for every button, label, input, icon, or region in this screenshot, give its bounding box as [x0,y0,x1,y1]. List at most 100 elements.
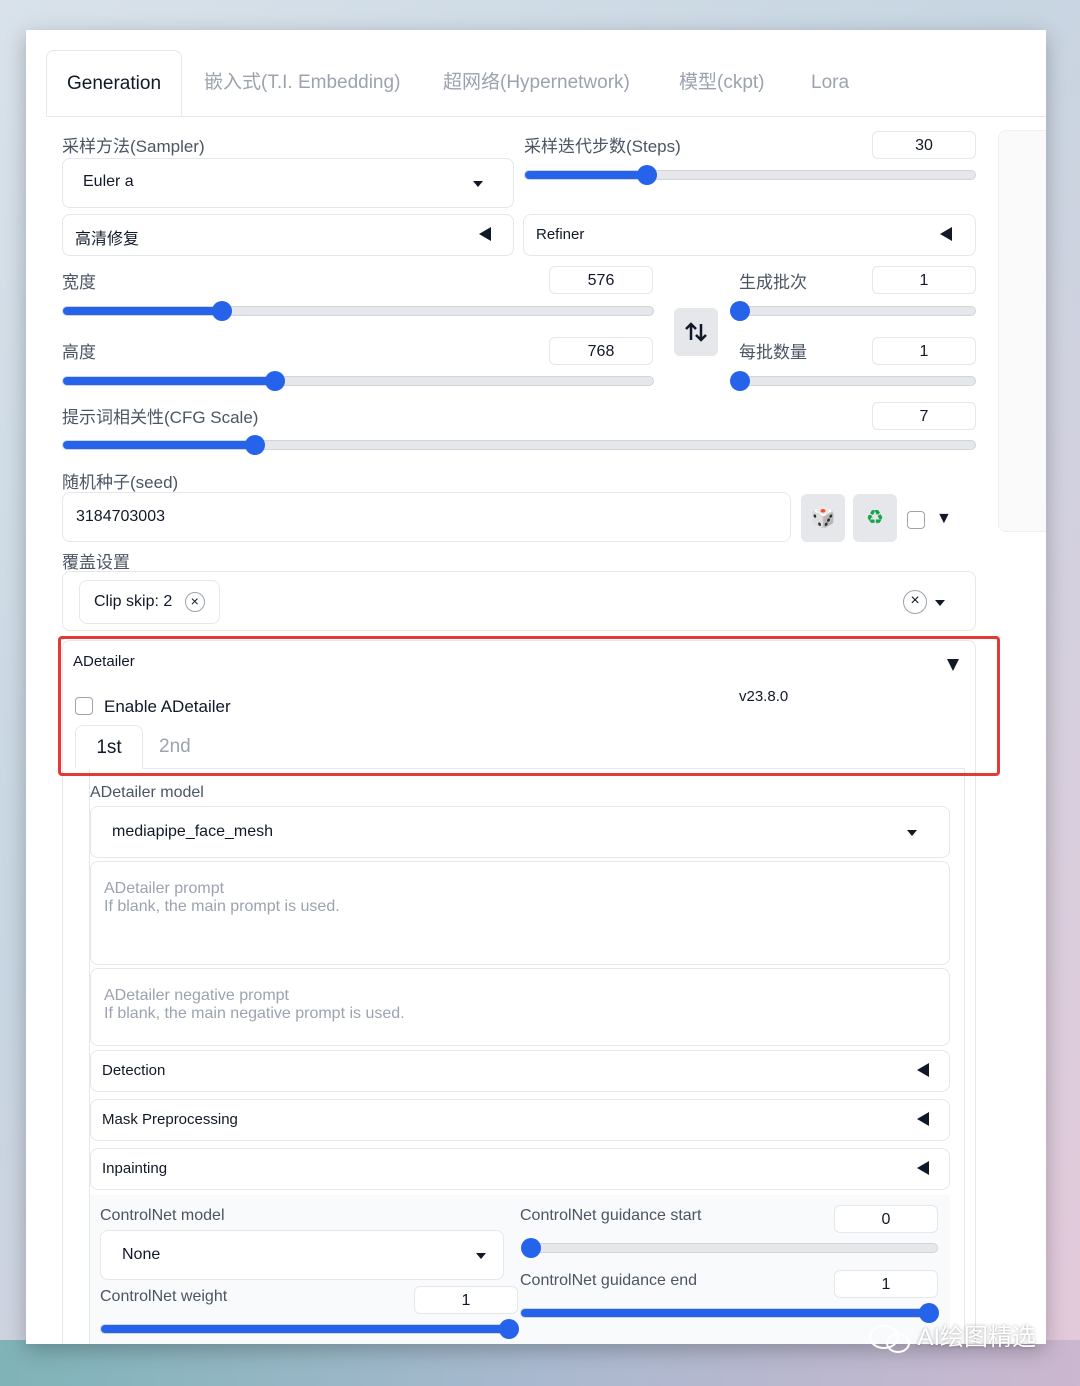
swap-icon [685,322,707,342]
collapse-left-icon [917,1112,929,1126]
swap-dimensions-button[interactable] [674,308,718,356]
tab-embedding[interactable]: 嵌入式(T.I. Embedding) [204,50,400,116]
seed-input[interactable]: 3184703003 [62,492,791,542]
steps-input[interactable]: 30 [872,131,976,159]
sampler-dropdown[interactable]: Euler a [62,158,514,208]
adetailer-accordion: ADetailer Enable ADetailer v23.8.0 1st 2… [62,640,976,1344]
controlnet-section: ControlNet model None ControlNet weight … [90,1195,950,1344]
tab-checkpoint[interactable]: 模型(ckpt) [679,50,765,116]
steps-label: 采样迭代步数(Steps) [524,137,681,156]
collapse-left-icon [940,227,952,241]
controlnet-weight-label: ControlNet weight [100,1288,228,1305]
clear-all-icon[interactable]: × [903,590,927,614]
adetailer-prompt-placeholder: ADetailer prompt If blank, the main prom… [104,880,340,915]
batch-count-slider-thumb[interactable] [730,301,750,321]
batch-size-slider[interactable] [730,371,976,391]
mask-preprocessing-label: Mask Preprocessing [102,1111,238,1128]
guidance-start-label: ControlNet guidance start [520,1207,702,1224]
tab-bar: Generation 嵌入式(T.I. Embedding) 超网络(Hyper… [46,50,1046,117]
enable-adetailer-checkbox[interactable] [75,697,93,715]
steps-slider[interactable] [524,165,976,185]
right-panel [998,130,1046,532]
batch-count-slider[interactable] [730,301,976,321]
override-multiselect[interactable]: Clip skip: 2 × × [62,571,976,631]
close-icon[interactable]: × [184,591,205,612]
guidance-end-input[interactable]: 1 [834,1270,938,1298]
main-panel: Generation 嵌入式(T.I. Embedding) 超网络(Hyper… [26,30,1046,1344]
adetailer-model-dropdown[interactable]: mediapipe_face_mesh [90,806,950,858]
adetailer-model-value: mediapipe_face_mesh [112,823,273,840]
sampler-value: Euler a [83,173,134,190]
inpainting-accordion[interactable]: Inpainting [90,1148,950,1190]
guidance-start-slider[interactable] [521,1238,938,1258]
batch-size-label: 每批数量 [739,343,807,362]
adetailer-tab-panel: ADetailer model mediapipe_face_mesh ADet… [89,768,965,1344]
override-chip-label: Clip skip: 2 [94,593,173,610]
width-label: 宽度 [62,273,96,292]
reuse-seed-button[interactable]: ♻ [853,494,897,542]
controlnet-weight-slider[interactable] [100,1319,519,1339]
height-input[interactable]: 768 [549,337,653,365]
chevron-down-icon [473,181,483,187]
random-seed-button[interactable]: 🎲 [801,494,845,542]
adetailer-title[interactable]: ADetailer [73,653,135,670]
batch-size-input[interactable]: 1 [872,337,976,365]
cfg-label: 提示词相关性(CFG Scale) [62,408,259,427]
controlnet-model-value: None [122,1246,161,1263]
override-chip[interactable]: Clip skip: 2 × [79,580,220,624]
adetailer-version: v23.8.0 [739,688,789,705]
detection-accordion[interactable]: Detection [90,1050,950,1092]
guidance-end-slider[interactable] [520,1303,939,1323]
guidance-start-slider-thumb[interactable] [521,1238,541,1258]
expand-down-icon[interactable] [947,659,959,671]
adetailer-negative-prompt-placeholder: ADetailer negative prompt If blank, the … [104,987,405,1022]
adetailer-prompt-input[interactable]: ADetailer prompt If blank, the main prom… [90,861,950,965]
tab-hypernetwork[interactable]: 超网络(Hypernetwork) [443,50,630,116]
controlnet-weight-slider-thumb[interactable] [499,1319,519,1339]
chevron-down-icon [907,830,917,836]
adetailer-tab-2nd[interactable]: 2nd [159,725,191,769]
width-slider-thumb[interactable] [212,301,233,321]
width-slider-fill [63,307,223,315]
batch-count-label: 生成批次 [739,273,807,292]
extra-seed-checkbox[interactable] [907,511,925,529]
batch-count-input[interactable]: 1 [872,266,976,294]
guidance-end-label: ControlNet guidance end [520,1272,698,1289]
tab-lora[interactable]: Lora [811,50,849,116]
collapse-left-icon [917,1063,929,1077]
adetailer-tab-1st[interactable]: 1st [75,725,143,769]
mask-preprocessing-accordion[interactable]: Mask Preprocessing [90,1099,950,1141]
width-input[interactable]: 576 [549,266,653,294]
width-slider[interactable] [62,301,654,321]
height-label: 高度 [62,343,96,362]
batch-size-slider-thumb[interactable] [730,371,750,391]
sampler-label: 采样方法(Sampler) [62,137,205,156]
tab-generation[interactable]: Generation [46,50,183,116]
height-slider-fill [63,377,276,385]
refiner-label: Refiner [536,226,585,243]
extra-seed-arrow-icon[interactable]: ▼ [936,510,952,528]
controlnet-weight-slider-fill [101,1325,509,1333]
height-slider[interactable] [62,371,654,391]
seed-value: 3184703003 [76,508,165,525]
controlnet-model-dropdown[interactable]: None [100,1230,504,1280]
cfg-slider-fill [63,441,255,449]
guidance-start-input[interactable]: 0 [834,1205,938,1233]
refiner-accordion[interactable]: Refiner [523,214,976,256]
chevron-down-icon[interactable] [935,600,945,606]
steps-slider-thumb[interactable] [636,165,657,185]
guidance-end-slider-fill [521,1309,929,1317]
adetailer-model-label: ADetailer model [90,784,204,801]
height-slider-thumb[interactable] [265,371,286,391]
cfg-slider[interactable] [62,435,976,455]
chevron-down-icon [476,1253,486,1259]
cfg-input[interactable]: 7 [872,402,976,430]
cfg-slider-thumb[interactable] [244,435,265,455]
recycle-icon: ♻ [866,507,884,529]
controlnet-weight-input[interactable]: 1 [414,1286,518,1314]
adetailer-negative-prompt-input[interactable]: ADetailer negative prompt If blank, the … [90,968,950,1046]
enable-adetailer-label: Enable ADetailer [104,697,231,716]
hires-accordion[interactable]: 高清修复 [62,214,514,256]
steps-slider-fill [525,171,647,179]
collapse-left-icon [479,227,491,241]
